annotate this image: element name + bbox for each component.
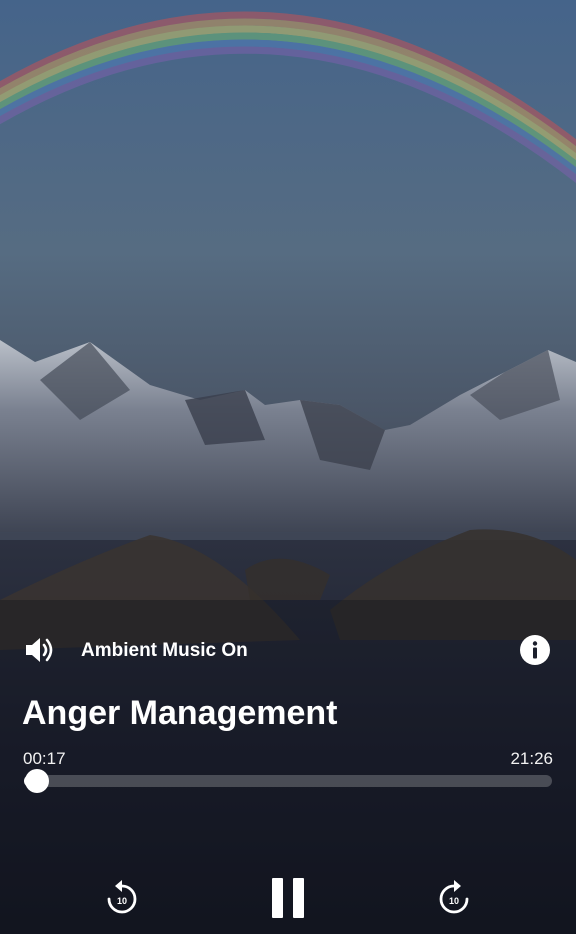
player-screen: Ambient Music On Anger Management 00:17 … — [0, 0, 576, 934]
info-icon[interactable] — [519, 634, 551, 666]
playback-controls: 10 10 — [0, 868, 576, 928]
ambient-music-row: Ambient Music On — [0, 628, 576, 672]
rewind-10-icon[interactable]: 10 — [104, 878, 140, 916]
background-mountain-rainbow-image — [0, 0, 576, 934]
forward-10-icon[interactable]: 10 — [436, 878, 472, 916]
ambient-music-label[interactable]: Ambient Music On — [81, 640, 248, 662]
progress-track[interactable] — [24, 769, 552, 793]
progress-handle[interactable] — [25, 769, 50, 793]
session-title: Anger Management — [22, 694, 338, 732]
forward-seconds: 10 — [449, 896, 459, 906]
total-time: 21:26 — [510, 749, 553, 768]
rewind-seconds: 10 — [117, 896, 127, 906]
current-time: 00:17 — [23, 749, 66, 768]
pause-icon[interactable] — [270, 878, 306, 918]
speaker-icon[interactable] — [24, 635, 56, 665]
